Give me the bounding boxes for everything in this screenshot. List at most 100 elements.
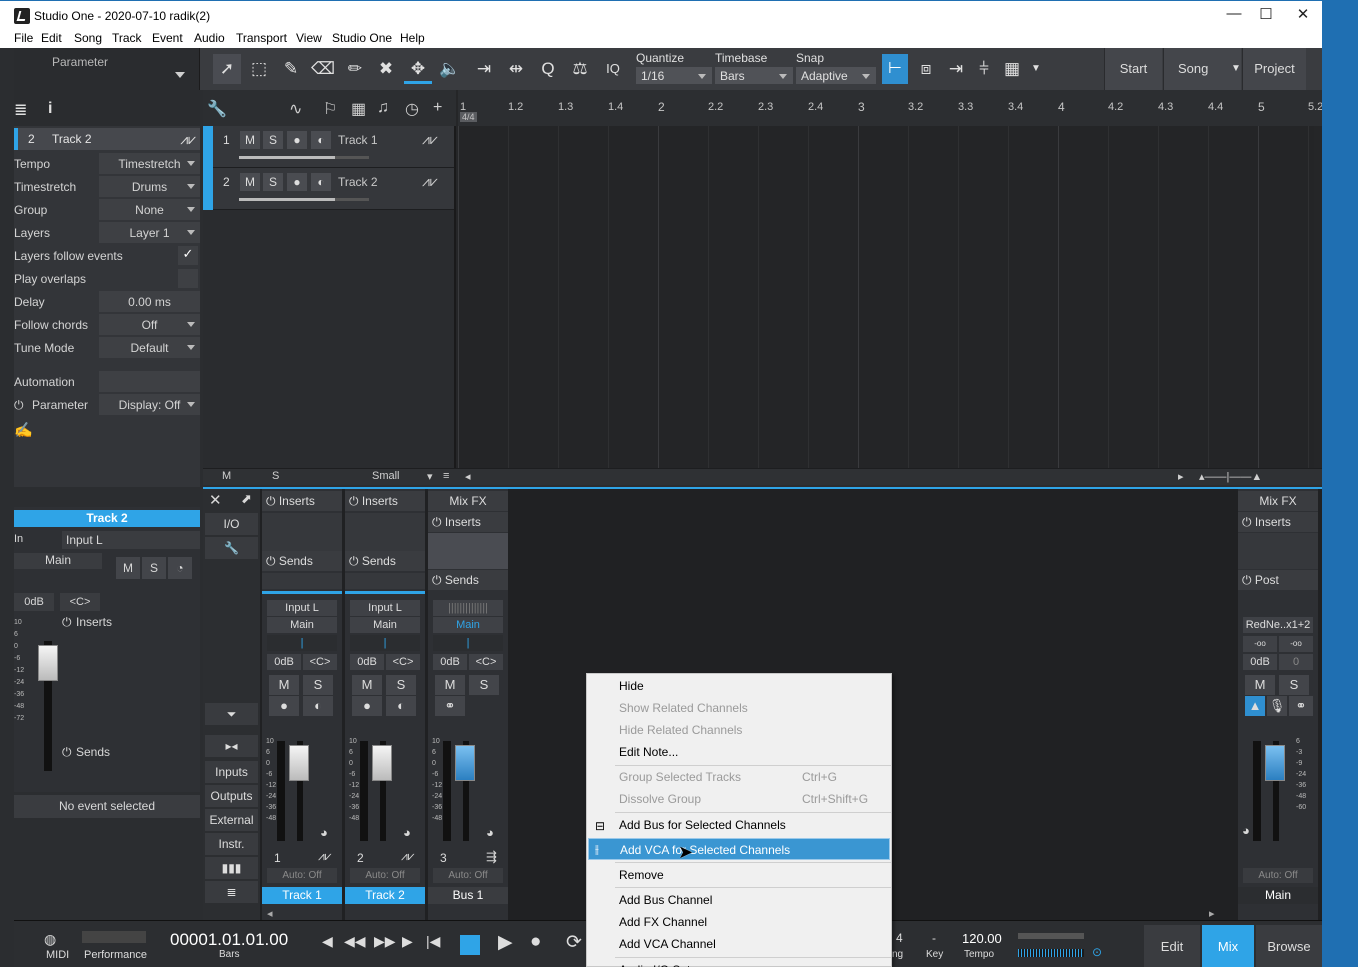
sends-header[interactable]: ⏻ Sends bbox=[345, 551, 425, 571]
listen-tool-icon[interactable]: 🔈 bbox=[436, 54, 464, 84]
fader-cap[interactable] bbox=[455, 745, 475, 781]
power-icon[interactable]: ⏻ bbox=[14, 398, 24, 413]
pan-value[interactable]: <C> bbox=[386, 654, 420, 670]
close-mixer-icon[interactable]: ✕ bbox=[209, 491, 222, 509]
arrange-grid[interactable] bbox=[458, 126, 1314, 468]
inserts-header[interactable]: ⏻ Inserts bbox=[262, 491, 342, 511]
list-icon[interactable]: ≣ bbox=[205, 881, 258, 903]
bend-tool-icon[interactable]: ✥ bbox=[404, 54, 432, 84]
power-icon[interactable]: ⏻ bbox=[62, 745, 72, 760]
edit-view-button[interactable]: Edit bbox=[1144, 925, 1200, 967]
zoom-icon[interactable]: Q bbox=[534, 54, 562, 84]
expand-icon[interactable]: ⬈ bbox=[241, 491, 252, 507]
scroll-right-icon[interactable]: ▸ bbox=[1178, 470, 1184, 483]
stop-icon[interactable] bbox=[460, 935, 480, 955]
wrench-icon[interactable]: 🔧 bbox=[205, 537, 258, 559]
collapse-icon[interactable]: ⏷ bbox=[205, 703, 258, 725]
io-button[interactable]: I/O bbox=[205, 513, 258, 535]
fader-cap[interactable] bbox=[38, 645, 58, 681]
monitor-icon[interactable]: ◐ bbox=[386, 696, 416, 716]
next-marker-icon[interactable]: ▶ bbox=[402, 933, 413, 950]
power-icon[interactable]: ⏻ bbox=[62, 615, 72, 630]
plugin-slot[interactable]: RedNe..x1+2 bbox=[1243, 617, 1313, 633]
follow-chords-select[interactable]: Off bbox=[99, 314, 200, 335]
inserts-slot[interactable] bbox=[345, 513, 425, 553]
menu-item-add-vca-selected[interactable]: Add VCA for Selected Channels bbox=[588, 838, 890, 860]
sends-header[interactable]: ⏻ Sends bbox=[262, 551, 342, 571]
maximize-icon[interactable]: ☐ bbox=[1254, 5, 1278, 23]
global-solo-button[interactable]: S bbox=[272, 470, 279, 482]
pan-value[interactable]: <C> bbox=[469, 654, 503, 670]
snap-select[interactable]: Adaptive bbox=[796, 67, 876, 84]
mic-icon[interactable]: 🎙 bbox=[1267, 696, 1287, 716]
mute-button[interactable]: M bbox=[240, 131, 260, 149]
mute-button[interactable]: M bbox=[240, 173, 260, 191]
track-name[interactable]: Track 1 bbox=[338, 133, 378, 147]
wrench-icon[interactable]: 🔧 bbox=[207, 99, 227, 119]
sends-label[interactable]: Sends bbox=[76, 745, 110, 759]
solo-button[interactable]: S bbox=[1279, 675, 1309, 695]
prev-marker-icon[interactable]: ◀ bbox=[322, 933, 333, 950]
pan-knob-icon[interactable]: ◕ bbox=[320, 825, 328, 840]
outputs-button[interactable]: Outputs bbox=[205, 785, 258, 807]
inserts-header[interactable]: ⏻ Inserts bbox=[428, 512, 508, 532]
inserts-slot[interactable] bbox=[262, 513, 342, 553]
automation-mode[interactable]: Auto: Off bbox=[1243, 868, 1313, 883]
delay-value[interactable]: 0.00 ms bbox=[99, 291, 200, 312]
forward-icon[interactable]: ▶▶ bbox=[374, 933, 396, 950]
project-button[interactable]: Project bbox=[1242, 48, 1306, 90]
iq-button[interactable]: IQ bbox=[599, 54, 627, 84]
inserts-header[interactable]: ⏻ Inserts bbox=[1238, 512, 1318, 532]
inspector-track-name[interactable]: Track 2 bbox=[52, 132, 92, 146]
tune-mode-select[interactable]: Default bbox=[99, 337, 200, 358]
timestretch-icon[interactable]: ⚖ bbox=[566, 54, 594, 84]
pan-knob-icon[interactable]: ◕ bbox=[1242, 823, 1250, 838]
pan-value[interactable]: 0 bbox=[1279, 654, 1313, 670]
gain-value[interactable]: 0dB bbox=[350, 654, 384, 670]
snap-cursor-icon[interactable]: ⇥ bbox=[942, 54, 970, 84]
pan-value[interactable]: <C> bbox=[303, 654, 337, 670]
parameter-selector[interactable]: Parameter bbox=[14, 48, 200, 90]
fader-cap[interactable] bbox=[372, 745, 392, 781]
play-overlaps-checkbox[interactable] bbox=[178, 269, 198, 288]
narrow-icon[interactable]: ▸◂ bbox=[205, 735, 258, 757]
link-icon[interactable]: ⚭ bbox=[435, 696, 465, 716]
loop-icon[interactable]: ⟳ bbox=[566, 931, 582, 954]
menu-song[interactable]: Song bbox=[74, 31, 102, 45]
gain-value[interactable]: 0dB bbox=[267, 654, 301, 670]
timebase-select[interactable]: Bars bbox=[715, 67, 793, 84]
post-header[interactable]: ⏻ Post bbox=[1238, 570, 1318, 590]
record-icon[interactable]: ● bbox=[287, 131, 307, 149]
inserts-header[interactable]: ⏻ Inserts bbox=[345, 491, 425, 511]
position-display[interactable]: 00001.01.01.00 bbox=[170, 930, 288, 950]
key-value[interactable]: - bbox=[932, 931, 936, 945]
menu-item-add-vca-channel[interactable]: Add VCA Channel bbox=[588, 933, 890, 955]
snap-grid-icon[interactable]: ⊢ bbox=[882, 54, 908, 84]
menu-item-hide[interactable]: Hide bbox=[588, 675, 890, 697]
gain-value[interactable]: 0dB bbox=[14, 593, 54, 611]
snap-events-icon[interactable]: ⧈ bbox=[912, 54, 940, 84]
minimize-icon[interactable]: — bbox=[1222, 5, 1246, 22]
menu-item-add-fx-channel[interactable]: Add FX Channel bbox=[588, 911, 890, 933]
arranger-icon[interactable]: ▦ bbox=[351, 99, 366, 119]
mix-view-button[interactable]: Mix bbox=[1202, 925, 1254, 967]
tempo-value[interactable]: 120.00 bbox=[962, 931, 1002, 946]
zoom-slider[interactable]: ▴——|——▲ bbox=[1199, 470, 1262, 483]
follow-icon[interactable]: ⇹ bbox=[502, 54, 530, 84]
tempo-select[interactable]: Timestretch bbox=[99, 153, 200, 174]
list-icon[interactable]: ≡ bbox=[443, 470, 449, 482]
info-icon[interactable]: i bbox=[48, 100, 52, 118]
snap-zero-icon[interactable]: ⫩ bbox=[970, 54, 998, 84]
link-icon[interactable]: ⚭ bbox=[1289, 696, 1313, 716]
channel-name[interactable]: Main bbox=[1238, 887, 1318, 904]
menu-edit[interactable]: Edit bbox=[41, 31, 62, 45]
inputs-button[interactable]: Inputs bbox=[205, 761, 258, 783]
automation-mode[interactable]: Auto: Off bbox=[267, 868, 337, 883]
layers-follow-checkbox[interactable]: ✓ bbox=[178, 246, 198, 265]
mute-button[interactable]: M bbox=[1245, 675, 1275, 695]
pan-slider[interactable]: | bbox=[267, 635, 337, 651]
input-select[interactable]: Input L bbox=[350, 600, 420, 616]
mix-fx-header[interactable]: Mix FX bbox=[428, 491, 508, 511]
monitor-icon[interactable]: ◐ bbox=[311, 173, 331, 191]
scroll-left-icon[interactable]: ◂ bbox=[465, 470, 471, 483]
